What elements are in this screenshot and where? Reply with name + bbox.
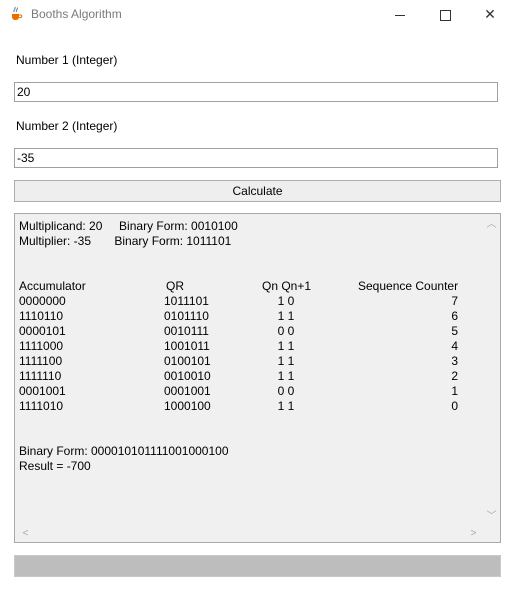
number2-input[interactable]	[14, 148, 498, 168]
close-button[interactable]: ✕	[467, 0, 513, 28]
header-qr: QR	[166, 279, 184, 293]
table-cell-qr: 0010010	[164, 369, 211, 383]
header-sequence-counter: Sequence Counter	[358, 279, 459, 293]
minimize-icon	[395, 14, 405, 16]
vertical-scrollbar[interactable]: ︿ ﹀	[483, 214, 500, 527]
table-cell-qr: 1000100	[164, 399, 211, 413]
table-cell-acc: 1111000	[19, 339, 64, 353]
number1-label: Number 1 (Integer)	[16, 53, 118, 67]
table-cell-qn: 1 1	[277, 309, 295, 323]
table-cell-acc: 1110110	[19, 309, 64, 323]
table-cell-qn: 0 0	[277, 324, 295, 338]
window-title: Booths Algorithm	[31, 7, 122, 21]
scroll-down-icon[interactable]: ﹀	[483, 508, 500, 525]
table-cell-qn: 1 1	[277, 339, 295, 353]
number2-label: Number 2 (Integer)	[16, 119, 118, 133]
table-cell-qr: 0001001	[164, 384, 211, 398]
table-cell-sc: 2	[451, 369, 458, 383]
progress-bar	[14, 555, 501, 577]
table-cell-sc: 3	[451, 354, 458, 368]
maximize-icon	[439, 9, 451, 21]
table-cell-acc: 0000101	[19, 324, 66, 338]
table-cell-qr: 1001011	[164, 339, 210, 353]
table-cell-sc: 5	[451, 324, 458, 338]
table-cell-acc: 1111100	[19, 354, 63, 368]
multiplier-line: Multiplier: -35 Binary Form: 1011101	[19, 234, 232, 248]
table-cell-sc: 6	[451, 309, 458, 323]
table-cell-sc: 1	[451, 384, 458, 398]
output-content: Multiplicand: 20 Binary Form: 0010100 Mu…	[19, 219, 480, 524]
table-cell-acc: 1111010	[19, 399, 64, 413]
table-cell-qn: 1 1	[277, 369, 295, 383]
table-cell-sc: 7	[451, 294, 458, 308]
table-cell-acc: 0000000	[19, 294, 66, 308]
table-cell-qn: 1 0	[277, 294, 295, 308]
horizontal-scrollbar[interactable]: < >	[15, 525, 485, 542]
table-cell-sc: 4	[451, 339, 458, 353]
table-cell-qr: 0100101	[164, 354, 211, 368]
java-cup-icon	[12, 6, 23, 20]
result-line: Result = -700	[19, 459, 91, 473]
table-cell-acc: 0001001	[19, 384, 66, 398]
calculate-button[interactable]: Calculate	[14, 180, 501, 202]
close-icon: ✕	[484, 6, 496, 22]
scroll-corner	[483, 525, 500, 542]
table-cell-qn: 1 1	[277, 354, 295, 368]
table-cell-acc: 1111110	[19, 369, 62, 383]
table-cell-qr: 0010111	[164, 324, 209, 338]
header-qn: Qn Qn+1	[262, 279, 312, 293]
header-accumulator: Accumulator	[19, 279, 86, 293]
maximize-button[interactable]	[422, 0, 468, 28]
title-bar: Booths Algorithm ✕	[0, 0, 513, 28]
binary-result-line: Binary Form: 000010101111001000100	[19, 444, 229, 458]
scroll-up-icon[interactable]: ︿	[483, 216, 500, 233]
scroll-right-icon[interactable]: >	[465, 525, 482, 542]
number1-input[interactable]	[14, 82, 498, 102]
table-cell-qn: 0 0	[277, 384, 295, 398]
multiplicand-line: Multiplicand: 20 Binary Form: 0010100	[19, 219, 238, 233]
scroll-left-icon[interactable]: <	[17, 525, 34, 542]
table-cell-qn: 1 1	[277, 399, 295, 413]
minimize-button[interactable]	[377, 0, 423, 28]
table-cell-sc: 0	[451, 399, 458, 413]
table-cell-qr: 0101110	[164, 309, 209, 323]
table-cell-qr: 1011101	[164, 294, 209, 308]
output-textarea[interactable]: Multiplicand: 20 Binary Form: 0010100 Mu…	[14, 213, 501, 543]
